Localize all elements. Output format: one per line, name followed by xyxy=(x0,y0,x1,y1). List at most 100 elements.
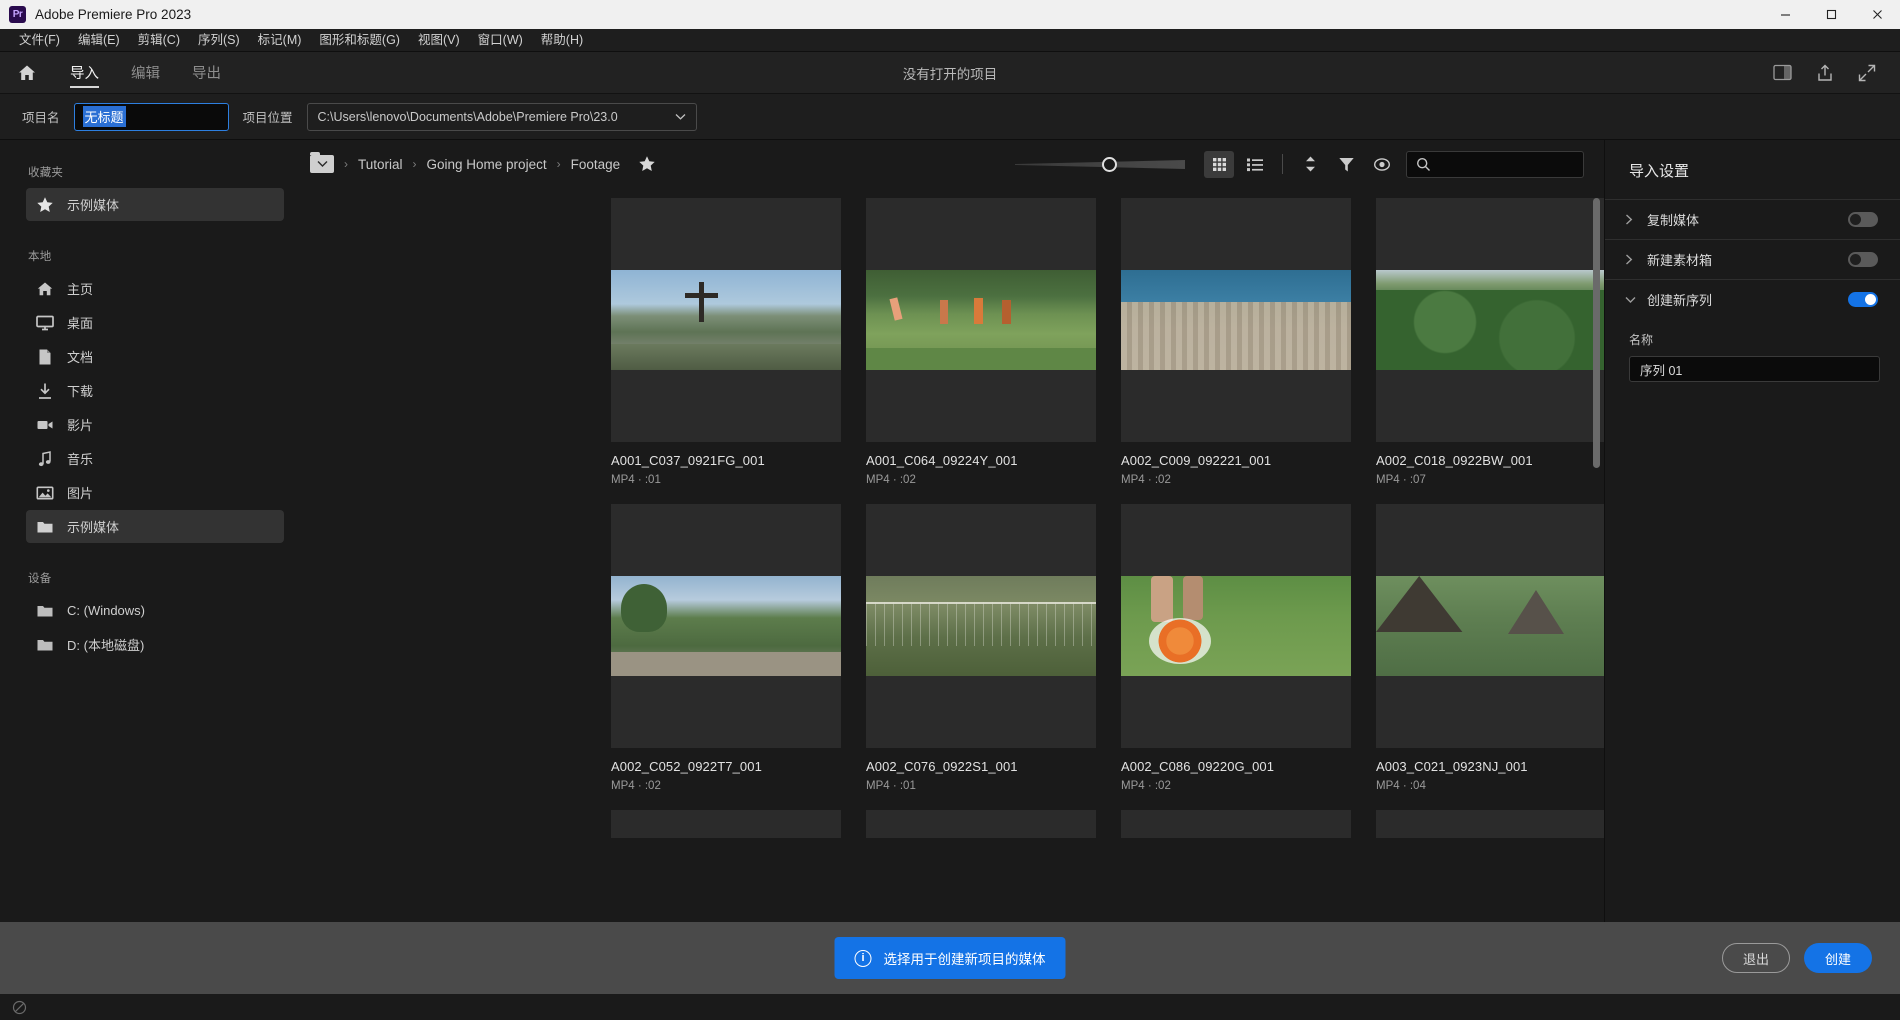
sidebar-item-music[interactable]: 音乐 xyxy=(26,442,284,475)
status-bar xyxy=(0,994,1900,1020)
expand-icon[interactable] xyxy=(1858,64,1876,82)
media-thumbnail[interactable] xyxy=(1376,504,1604,748)
tab-edit[interactable]: 编辑 xyxy=(115,52,176,94)
media-card[interactable]: A002_C086_09220G_001 MP4 · :02 xyxy=(1121,504,1351,792)
sidebar-item-label: 示例媒体 xyxy=(67,198,120,213)
sidebar-item-downloads[interactable]: 下载 xyxy=(26,374,284,407)
media-name: A002_C009_092221_001 xyxy=(1121,453,1272,468)
media-card[interactable]: A003_C021_0923NJ_001 MP4 · :04 xyxy=(1376,504,1604,792)
download-icon xyxy=(35,381,54,400)
menu-item-edit[interactable]: 编辑(E) xyxy=(69,30,129,51)
sidebar-item-label: 示例媒体 xyxy=(67,520,120,535)
filter-button[interactable] xyxy=(1331,151,1361,178)
media-card[interactable] xyxy=(866,810,1096,838)
menu-item-clip[interactable]: 剪辑(C) xyxy=(129,30,189,51)
media-card[interactable] xyxy=(1376,810,1604,838)
slider-knob[interactable] xyxy=(1102,157,1117,172)
media-card[interactable]: A001_C064_09224Y_001 MP4 · :02 xyxy=(866,198,1096,486)
setting-row-copy-media[interactable]: 复制媒体 xyxy=(1605,199,1900,239)
media-thumbnail[interactable] xyxy=(866,810,1096,838)
vertical-scrollbar[interactable] xyxy=(1593,198,1600,468)
media-thumbnail[interactable] xyxy=(1121,198,1351,442)
media-thumbnail[interactable] xyxy=(1376,198,1604,442)
sidebar-item-pictures[interactable]: 图片 xyxy=(26,476,284,509)
search-input[interactable] xyxy=(1406,150,1584,178)
sequence-name-input[interactable]: 序列 01 xyxy=(1629,356,1880,382)
media-thumbnail[interactable] xyxy=(1121,504,1351,748)
breadcrumb-folder-icon[interactable] xyxy=(310,152,334,173)
chevron-down-icon[interactable] xyxy=(1625,296,1636,304)
tab-import[interactable]: 导入 xyxy=(54,52,115,94)
media-card[interactable]: A002_C009_092221_001 MP4 · :02 xyxy=(1121,198,1351,486)
media-card[interactable]: A002_C076_0922S1_001 MP4 · :01 xyxy=(866,504,1096,792)
sort-button[interactable] xyxy=(1295,151,1325,178)
home-button[interactable] xyxy=(0,63,54,83)
select-media-info-button[interactable]: i 选择用于创建新项目的媒体 xyxy=(834,937,1066,979)
media-meta: MP4 · :01 xyxy=(866,780,916,792)
media-thumbnail[interactable] xyxy=(866,504,1096,748)
sidebar-item-sample-media-fav[interactable]: 示例媒体 xyxy=(26,188,284,221)
media-card[interactable]: A002_C018_0922BW_001 MP4 · :07 xyxy=(1376,198,1604,486)
sidebar-item-movies[interactable]: 影片 xyxy=(26,408,284,441)
media-card[interactable]: A002_C052_0922T7_001 MP4 · :02 xyxy=(611,504,841,792)
tab-export[interactable]: 导出 xyxy=(176,52,237,94)
sidebar-item-home[interactable]: 主页 xyxy=(26,272,284,305)
media-card[interactable] xyxy=(611,810,841,838)
footer-actions: 退出 创建 xyxy=(1722,943,1872,973)
sidebar-item-label: 图片 xyxy=(67,486,94,501)
sidebar-item-drive-c[interactable]: C: (Windows) xyxy=(26,594,284,627)
preview-toggle-button[interactable] xyxy=(1367,151,1397,178)
maximize-icon[interactable] xyxy=(1808,0,1854,29)
folder-icon xyxy=(35,601,54,620)
breadcrumb-item-going-home-project[interactable]: Going Home project xyxy=(427,157,547,172)
breadcrumb-item-footage[interactable]: Footage xyxy=(571,157,621,172)
sidebar-item-sample-media[interactable]: 示例媒体 xyxy=(26,510,284,543)
home-icon xyxy=(35,279,54,298)
project-name-value: 无标题 xyxy=(82,106,126,127)
accessibility-icon[interactable] xyxy=(12,1000,27,1015)
sidebar-item-desktop[interactable]: 桌面 xyxy=(26,306,284,339)
media-card[interactable] xyxy=(1121,810,1351,838)
menu-item-marker[interactable]: 标记(M) xyxy=(249,30,311,51)
menu-item-file[interactable]: 文件(F) xyxy=(10,30,69,51)
new-bin-toggle[interactable] xyxy=(1848,252,1878,267)
media-grid-container[interactable]: A001_C037_0921FG_001 MP4 · :01 A001_C064… xyxy=(296,188,1604,922)
menu-item-graphics[interactable]: 图形和标题(G) xyxy=(310,30,409,51)
menu-item-help[interactable]: 帮助(H) xyxy=(532,30,592,51)
menu-item-window[interactable]: 窗口(W) xyxy=(469,30,532,51)
info-icon: i xyxy=(854,949,872,967)
list-view-button[interactable] xyxy=(1240,151,1270,178)
star-icon[interactable] xyxy=(638,155,656,173)
music-note-icon xyxy=(35,449,54,468)
copy-media-toggle[interactable] xyxy=(1848,212,1878,227)
new-sequence-toggle[interactable] xyxy=(1848,292,1878,307)
media-thumbnail[interactable] xyxy=(1376,810,1604,838)
thumbnail-size-slider[interactable] xyxy=(1015,154,1185,174)
chevron-right-icon[interactable] xyxy=(1625,214,1635,225)
close-icon[interactable] xyxy=(1854,0,1900,29)
grid-view-button[interactable] xyxy=(1204,150,1234,178)
media-card[interactable]: A001_C037_0921FG_001 MP4 · :01 xyxy=(611,198,841,486)
share-icon[interactable] xyxy=(1816,64,1834,82)
media-thumbnail[interactable] xyxy=(866,198,1096,442)
breadcrumb-item-tutorial[interactable]: Tutorial xyxy=(358,157,403,172)
menu-item-sequence[interactable]: 序列(S) xyxy=(189,30,249,51)
media-thumbnail[interactable] xyxy=(611,504,841,748)
minimize-icon[interactable] xyxy=(1762,0,1808,29)
exit-button[interactable]: 退出 xyxy=(1722,943,1790,973)
media-thumbnail[interactable] xyxy=(611,810,841,838)
project-location-select[interactable]: C:\Users\lenovo\Documents\Adobe\Premiere… xyxy=(306,102,697,131)
fullscreen-panel-icon[interactable] xyxy=(1773,64,1792,81)
chevron-right-icon[interactable] xyxy=(1625,254,1635,265)
sidebar-item-documents[interactable]: 文档 xyxy=(26,340,284,373)
menu-item-view[interactable]: 视图(V) xyxy=(409,30,469,51)
media-thumbnail[interactable] xyxy=(1121,810,1351,838)
project-name-input[interactable]: 无标题 xyxy=(73,102,229,131)
media-name: A002_C052_0922T7_001 xyxy=(611,759,762,774)
create-button[interactable]: 创建 xyxy=(1804,943,1872,973)
media-thumbnail[interactable] xyxy=(611,198,841,442)
setting-row-new-bin[interactable]: 新建素材箱 xyxy=(1605,239,1900,279)
sidebar-item-drive-d[interactable]: D: (本地磁盘) xyxy=(26,628,284,661)
sidebar-item-label: C: (Windows) xyxy=(67,603,146,618)
setting-row-new-sequence[interactable]: 创建新序列 xyxy=(1605,279,1900,319)
